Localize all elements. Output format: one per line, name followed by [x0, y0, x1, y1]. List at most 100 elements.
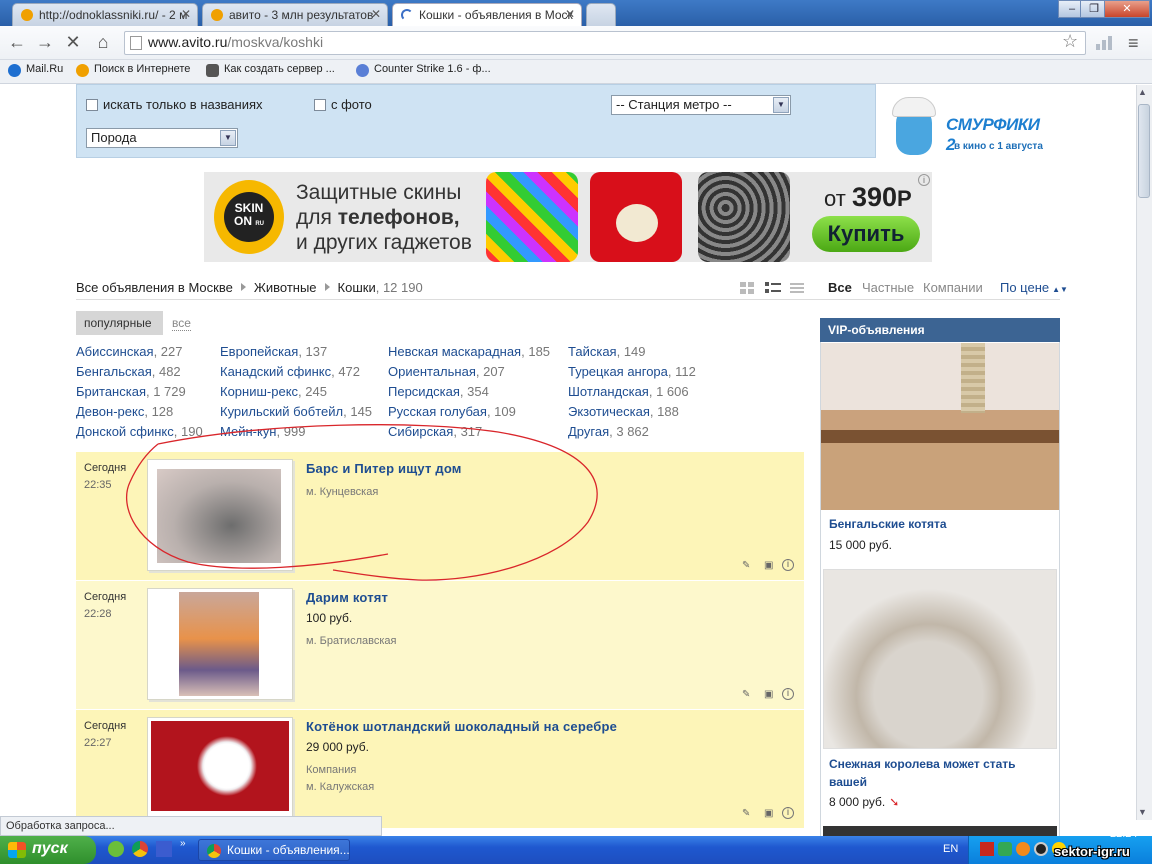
vip-photo-bengal[interactable] — [821, 343, 1059, 510]
list-view-icon[interactable] — [765, 282, 781, 294]
listing-photo[interactable] — [147, 717, 293, 817]
breed-name[interactable]: Турецкая ангора — [568, 364, 668, 379]
vip-photo-snow-cat[interactable] — [823, 569, 1057, 749]
bookmark-server[interactable]: Как создать сервер ... — [206, 63, 335, 77]
save-icon[interactable]: ▣ — [764, 689, 773, 700]
save-icon[interactable]: ▣ — [764, 560, 773, 571]
breed-link[interactable]: Шотландская, 1 606 — [568, 384, 696, 404]
filter-all[interactable]: Все — [828, 280, 852, 295]
compact-view-icon[interactable] — [790, 283, 804, 293]
close-icon[interactable]: ✕ — [181, 7, 191, 21]
save-icon[interactable]: ▣ — [764, 808, 773, 819]
chevron-right-icon[interactable]: » — [180, 838, 186, 849]
info-icon[interactable]: i — [782, 688, 794, 700]
forward-icon[interactable]: → — [34, 31, 56, 53]
breed-link[interactable]: Британская, 1 729 — [76, 384, 203, 404]
breed-name[interactable]: Бенгальская — [76, 364, 152, 379]
language-indicator[interactable]: EN — [943, 843, 958, 855]
listing-item[interactable]: Сегодня 22:28 Дарим котят 100 руб. м. Бра… — [76, 581, 804, 709]
filter-private[interactable]: Частные — [862, 280, 914, 295]
breed-name[interactable]: Невская маскарадная — [388, 344, 521, 359]
back-icon[interactable]: ← — [6, 31, 28, 53]
note-icon[interactable]: ✎ — [742, 689, 750, 700]
vip-item-title[interactable]: Снежная королева может стать вашей — [829, 755, 1051, 791]
breed-link[interactable]: Невская маскарадная, 185 — [388, 344, 550, 364]
vip-photo-next[interactable] — [823, 826, 1057, 836]
grid-view-icon[interactable] — [740, 282, 754, 294]
listing-title[interactable]: Котёнок шотландский шоколадный на серебр… — [306, 719, 617, 734]
breed-link[interactable]: Персидская, 354 — [388, 384, 550, 404]
breed-link[interactable]: Абиссинская, 227 — [76, 344, 203, 364]
breed-name[interactable]: Персидская — [388, 384, 460, 399]
bookmark-mailru[interactable]: Mail.Ru — [8, 63, 63, 77]
scroll-down-icon[interactable]: ▼ — [1138, 807, 1147, 817]
checkbox[interactable] — [86, 99, 98, 111]
breed-link[interactable]: Канадский сфинкс, 472 — [220, 364, 372, 384]
utorrent-icon[interactable] — [108, 841, 124, 857]
start-button[interactable]: пуск — [0, 836, 96, 864]
menu-icon[interactable]: ≡ — [1128, 33, 1139, 54]
bookmark-cs[interactable]: Counter Strike 1.6 - ф... — [356, 63, 491, 77]
breed-name[interactable]: Европейская — [220, 344, 298, 359]
buy-button[interactable]: Купить — [812, 216, 920, 252]
info-icon[interactable]: i — [782, 559, 794, 571]
breed-name[interactable]: Канадский сфинкс — [220, 364, 331, 379]
breed-name[interactable]: Шотландская — [568, 384, 649, 399]
breed-name[interactable]: Британская — [76, 384, 146, 399]
clock[interactable]: 22:24 — [1110, 828, 1138, 840]
breed-link[interactable]: Бенгальская, 482 — [76, 364, 203, 384]
mail-agent-icon[interactable] — [156, 841, 172, 857]
tab-odnoklassniki[interactable]: http://odnoklassniki.ru/ - 2 м ✕ — [12, 3, 198, 26]
scrollbar-thumb[interactable] — [1138, 104, 1150, 198]
skinon-banner[interactable]: SKIN ON RU Защитные скины для телефонов,… — [204, 172, 932, 262]
note-icon[interactable]: ✎ — [742, 560, 750, 571]
pdf-icon[interactable] — [980, 842, 994, 856]
breed-link[interactable]: Европейская, 137 — [220, 344, 372, 364]
sort-by-price[interactable]: По цене ▲▼ — [1000, 280, 1068, 295]
new-tab-button[interactable] — [586, 3, 616, 26]
tray-app-icon[interactable] — [1016, 842, 1030, 856]
breed-name[interactable]: Абиссинская — [76, 344, 154, 359]
note-icon[interactable]: ✎ — [742, 808, 750, 819]
with-photo-checkbox[interactable]: с фото — [314, 97, 372, 112]
info-icon[interactable]: i — [782, 807, 794, 819]
breed-count: 482 — [158, 364, 181, 379]
breed-link[interactable]: Ориентальная, 207 — [388, 364, 550, 384]
filter-companies[interactable]: Компании — [923, 280, 983, 295]
breed-link[interactable]: Турецкая ангора, 112 — [568, 364, 696, 384]
stop-icon[interactable]: ✕ — [62, 31, 84, 53]
breed-link[interactable]: Тайская, 149 — [568, 344, 696, 364]
metro-select[interactable]: -- Станция метро -- ▼ — [611, 95, 791, 115]
shield-icon[interactable] — [998, 842, 1012, 856]
speaker-icon[interactable] — [1034, 842, 1048, 856]
listing-title[interactable]: Дарим котят — [306, 590, 388, 605]
tab-koshki[interactable]: Кошки - объявления в Моск ✕ — [392, 3, 582, 26]
listing-item[interactable]: Сегодня 22:27 Котёнок шотландский шоколад… — [76, 710, 804, 828]
close-icon[interactable]: ✕ — [371, 7, 381, 21]
info-icon[interactable]: i — [918, 174, 930, 186]
breed-name[interactable]: Ориентальная — [388, 364, 476, 379]
breadcrumb-all[interactable]: Все объявления в Москве — [76, 280, 233, 295]
breed-link[interactable]: Корниш-рекс, 245 — [220, 384, 372, 404]
close-icon[interactable]: ✕ — [565, 7, 575, 21]
scroll-up-icon[interactable]: ▲ — [1138, 87, 1147, 97]
breed-select[interactable]: Порода ▼ — [86, 128, 238, 148]
signal-bars-icon[interactable] — [1096, 36, 1114, 50]
home-icon[interactable]: ⌂ — [92, 31, 114, 53]
smurfs-ad[interactable]: СМУРФИКИ 2 в кино с 1 августа — [892, 95, 1052, 161]
close-window-button[interactable]: ✕ — [1104, 0, 1150, 18]
listing-photo[interactable] — [147, 588, 293, 700]
star-icon[interactable]: ☆ — [1062, 31, 1078, 52]
taskbar-window-chrome[interactable]: Кошки - объявления... — [198, 839, 350, 861]
bookmark-search[interactable]: Поиск в Интернете — [76, 63, 190, 77]
breed-name[interactable]: Тайская — [568, 344, 617, 359]
checkbox[interactable] — [314, 99, 326, 111]
only-titles-checkbox[interactable]: искать только в названиях — [86, 97, 263, 112]
tab-avito-search[interactable]: авито - 3 млн результатов ✕ — [202, 3, 388, 26]
breadcrumb-animals[interactable]: Животные — [254, 280, 317, 295]
vip-item-title[interactable]: Бенгальские котята — [829, 517, 947, 531]
tab-all[interactable]: все — [172, 316, 191, 331]
chrome-icon[interactable] — [132, 841, 148, 857]
tab-popular[interactable]: популярные — [76, 311, 163, 335]
breed-name[interactable]: Корниш-рекс — [220, 384, 298, 399]
